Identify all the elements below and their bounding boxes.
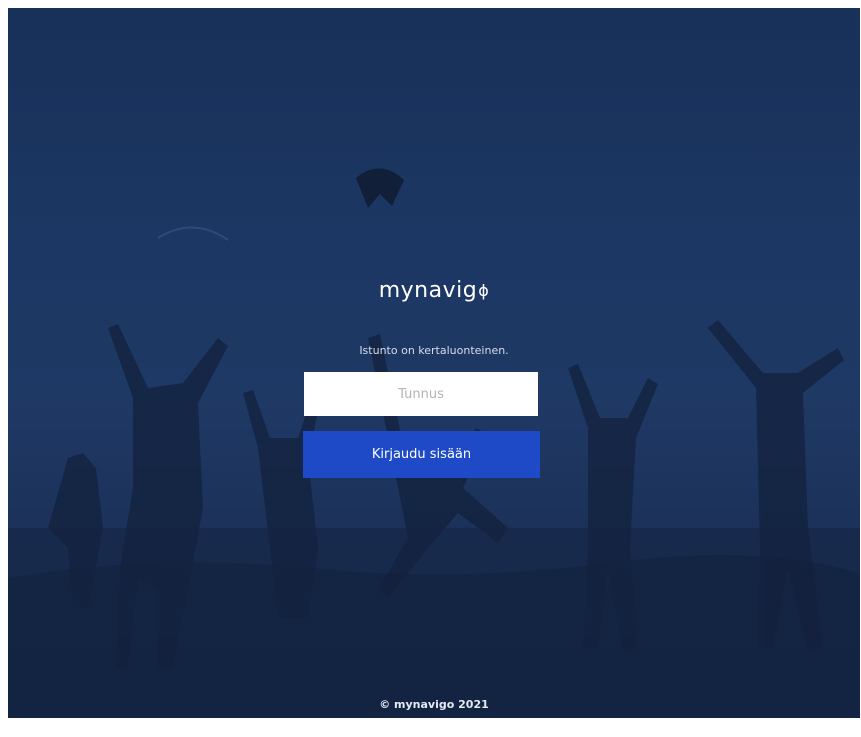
login-page: mynavigϕ Istunto on kertaluonteinen. Kir… bbox=[8, 8, 860, 718]
brand-name: mynavig bbox=[378, 278, 478, 303]
login-button[interactable]: Kirjaudu sisään bbox=[303, 431, 540, 478]
footer-copyright: © mynavigo 2021 bbox=[379, 698, 489, 711]
background-photo bbox=[8, 8, 860, 718]
username-input[interactable] bbox=[304, 372, 538, 416]
brand-logo: mynavigϕ bbox=[8, 278, 860, 303]
brand-mark-icon: ϕ bbox=[478, 281, 490, 300]
session-message: Istunto on kertaluonteinen. bbox=[359, 344, 509, 357]
